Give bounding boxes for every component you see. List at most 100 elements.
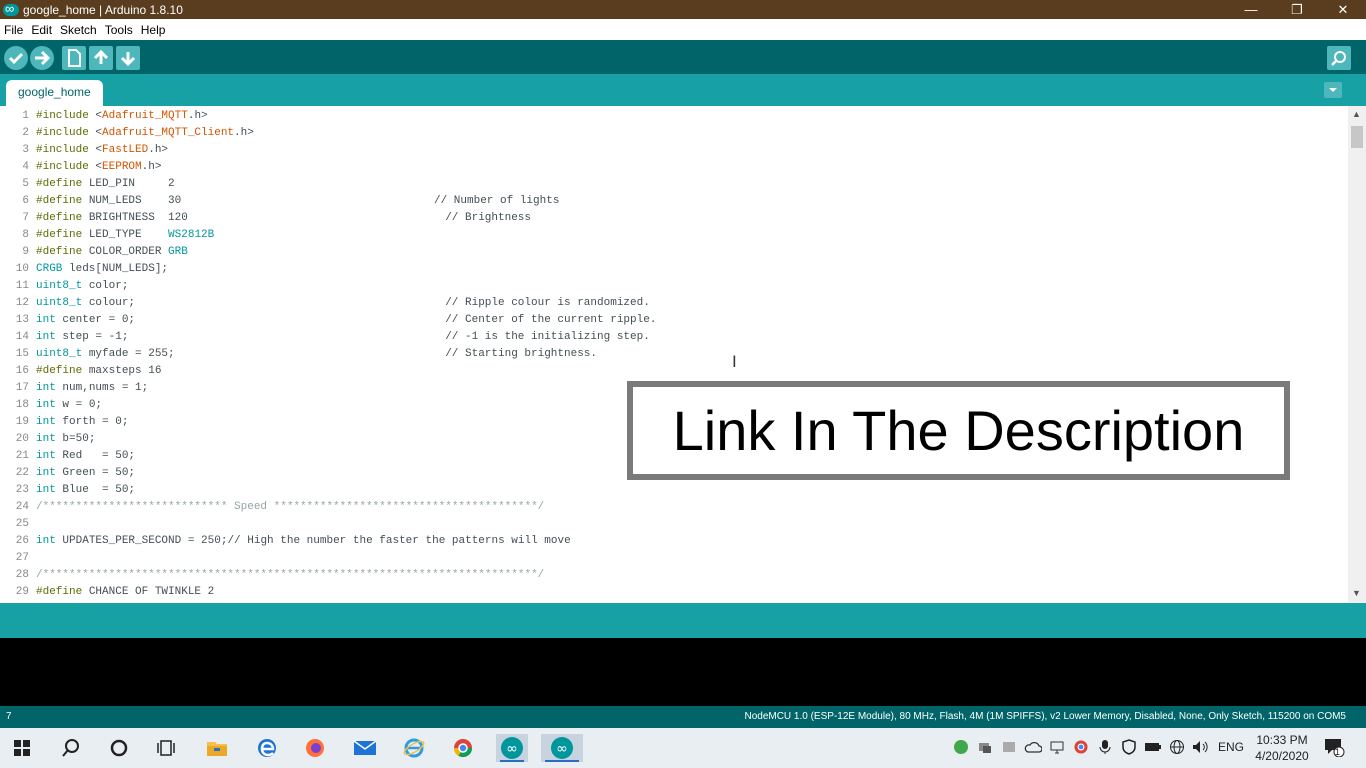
code-line[interactable]: #include <Adafruit_MQTT.h>	[36, 108, 1336, 125]
code-line[interactable]: #include <FastLED.h>	[36, 142, 1336, 159]
tray-date: 4/20/2020	[1255, 749, 1309, 763]
code-text: /**************************** Speed ****…	[36, 501, 545, 513]
tray-chrome-icon[interactable]	[1072, 738, 1090, 756]
code-line[interactable]: int UPDATES_PER_SECOND = 250;// High the…	[36, 533, 1336, 550]
code-line[interactable]: int center = 0; // Center of the current …	[36, 312, 1336, 329]
code-line[interactable]: #include <EEPROM.h>	[36, 159, 1336, 176]
line-number: 22	[15, 467, 29, 479]
status-line-number: 7	[6, 711, 12, 722]
code-comment: // Ripple colour is randomized.	[445, 297, 650, 309]
code-line[interactable]: #define LED_PIN 2	[36, 176, 1336, 193]
new-sketch-button[interactable]	[62, 46, 86, 70]
tray-language[interactable]: ENG	[1218, 740, 1244, 754]
scrollbar-thumb[interactable]	[1351, 126, 1363, 148]
menu-file[interactable]: File	[0, 23, 27, 37]
tray-volume-icon[interactable]	[1192, 738, 1210, 756]
code-line[interactable]: #define NUM_LEDS 30 // Number of lights	[36, 193, 1336, 210]
file-explorer-icon	[207, 742, 227, 756]
menu-help[interactable]: Help	[137, 23, 170, 37]
save-button[interactable]	[116, 46, 140, 70]
firefox-button[interactable]	[301, 734, 329, 762]
arduino-taskbar-button-2[interactable]: ∞	[541, 734, 583, 762]
minimize-button[interactable]: —	[1228, 2, 1274, 17]
tray-microphone-icon[interactable]	[1096, 738, 1114, 756]
code-line[interactable]	[36, 550, 1336, 567]
code-line[interactable]: #define maxsteps 16	[36, 363, 1336, 380]
tray-monitor-icon[interactable]	[1048, 738, 1066, 756]
line-number: 14	[15, 331, 29, 343]
code-text: int num,nums = 1;	[36, 382, 149, 394]
notification-center-button[interactable]: 1	[1322, 738, 1346, 757]
cortana-button[interactable]	[105, 734, 133, 762]
menu-tools[interactable]: Tools	[101, 23, 137, 37]
internet-explorer-button[interactable]	[400, 734, 428, 762]
code-line[interactable]: #define BRIGHTNESS 120 // Brightness	[36, 210, 1336, 227]
line-number-gutter: 1 2 3 4 5 6 7 8 9 10 11 12 13 14 15 16 17 18 19 20 21 22 23 24 2…	[0, 108, 33, 601]
verify-button[interactable]	[4, 46, 28, 70]
code-line[interactable]: #define COLOR_ORDER GRB	[36, 244, 1336, 261]
search-button[interactable]	[57, 734, 85, 762]
code-area[interactable]: #include <Adafruit_MQTT.h> #include <Adaf…	[36, 108, 1336, 601]
code-line[interactable]	[36, 516, 1336, 533]
mail-button[interactable]	[351, 734, 379, 762]
tray-time: 10:33 PM	[1256, 733, 1308, 747]
tray-onedrive-icon[interactable]	[1024, 738, 1042, 756]
tab-menu-button[interactable]	[1324, 82, 1342, 98]
line-number: 1	[22, 110, 29, 122]
status-bar: 7 NodeMCU 1.0 (ESP-12E Module), 80 MHz, …	[0, 706, 1366, 728]
code-editor[interactable]: 1 2 3 4 5 6 7 8 9 10 11 12 13 14 15 16 17 18 19 20 21 22 23 24 2…	[0, 106, 1366, 603]
code-line[interactable]: uint8_t colour; // Ripple colour is rando…	[36, 295, 1336, 312]
tray-clock[interactable]: 10:33 PM 4/20/2020	[1252, 732, 1312, 764]
console-output	[0, 638, 1366, 706]
chrome-button[interactable]	[449, 734, 477, 762]
tray-network-icon[interactable]	[976, 738, 994, 756]
tray-battery-icon[interactable]	[1144, 738, 1162, 756]
arduino-icon: ∞	[501, 737, 523, 759]
svg-text:∞: ∞	[506, 741, 518, 757]
upload-button[interactable]	[30, 46, 54, 70]
task-view-button[interactable]	[153, 734, 181, 762]
code-comment: // -1 is the initializing step.	[445, 331, 650, 343]
code-line[interactable]: /**************************** Speed ****…	[36, 499, 1336, 516]
serial-monitor-button[interactable]	[1327, 46, 1351, 70]
vertical-scrollbar[interactable]: ▲ ▼	[1348, 106, 1366, 603]
message-bar	[0, 603, 1366, 638]
code-line[interactable]: int step = -1; // -1 is the initializing …	[36, 329, 1336, 346]
notification-icon	[1325, 739, 1345, 757]
arduino-taskbar-button-1[interactable]: ∞	[496, 734, 528, 762]
tray-globe-icon[interactable]	[1168, 738, 1186, 756]
edge-button[interactable]	[253, 734, 281, 762]
taskbar: ∞ ∞ ENG 10:33 PM 4/20/2020 1	[0, 728, 1366, 768]
code-line[interactable]: #define LED_TYPE WS2812B	[36, 227, 1336, 244]
code-text: /***************************************…	[36, 569, 545, 581]
code-text: uint8_t color;	[36, 280, 129, 292]
maximize-button[interactable]: ❐	[1274, 2, 1320, 18]
close-button[interactable]: ✕	[1320, 2, 1366, 18]
code-line[interactable]: /***************************************…	[36, 567, 1336, 584]
code-line[interactable]: int Blue = 50;	[36, 482, 1336, 499]
windows-start-button[interactable]	[8, 734, 36, 762]
code-line[interactable]: #define CHANCE OF TWINKLE 2	[36, 584, 1336, 601]
line-number: 13	[15, 314, 29, 326]
menu-sketch[interactable]: Sketch	[56, 23, 101, 37]
code-line[interactable]: #include <Adafruit_MQTT_Client.h>	[36, 125, 1336, 142]
tab-google-home[interactable]: google_home	[6, 80, 103, 106]
open-button[interactable]	[89, 46, 113, 70]
status-board-info: NodeMCU 1.0 (ESP-12E Module), 80 MHz, Fl…	[744, 711, 1346, 722]
code-line[interactable]: uint8_t myfade = 255; // Starting brightn…	[36, 346, 1336, 363]
scroll-up-icon[interactable]: ▲	[1352, 109, 1361, 119]
shield-icon	[1122, 739, 1136, 755]
scroll-down-icon[interactable]: ▼	[1352, 588, 1361, 598]
tray-app-icon-green[interactable]	[952, 738, 970, 756]
line-number: 7	[22, 212, 29, 224]
code-line[interactable]: uint8_t color;	[36, 278, 1336, 295]
menu-edit[interactable]: Edit	[27, 23, 56, 37]
tray-drive-icon[interactable]	[1000, 738, 1018, 756]
file-explorer-button[interactable]	[203, 734, 231, 762]
code-text: uint8_t myfade = 255;	[36, 348, 175, 360]
code-text: int Green = 50;	[36, 467, 136, 479]
chrome-icon	[1074, 740, 1088, 754]
code-text: #define BRIGHTNESS 120	[36, 212, 188, 224]
code-line[interactable]: CRGB leds[NUM_LEDS];	[36, 261, 1336, 278]
tray-shield-icon[interactable]	[1120, 738, 1138, 756]
